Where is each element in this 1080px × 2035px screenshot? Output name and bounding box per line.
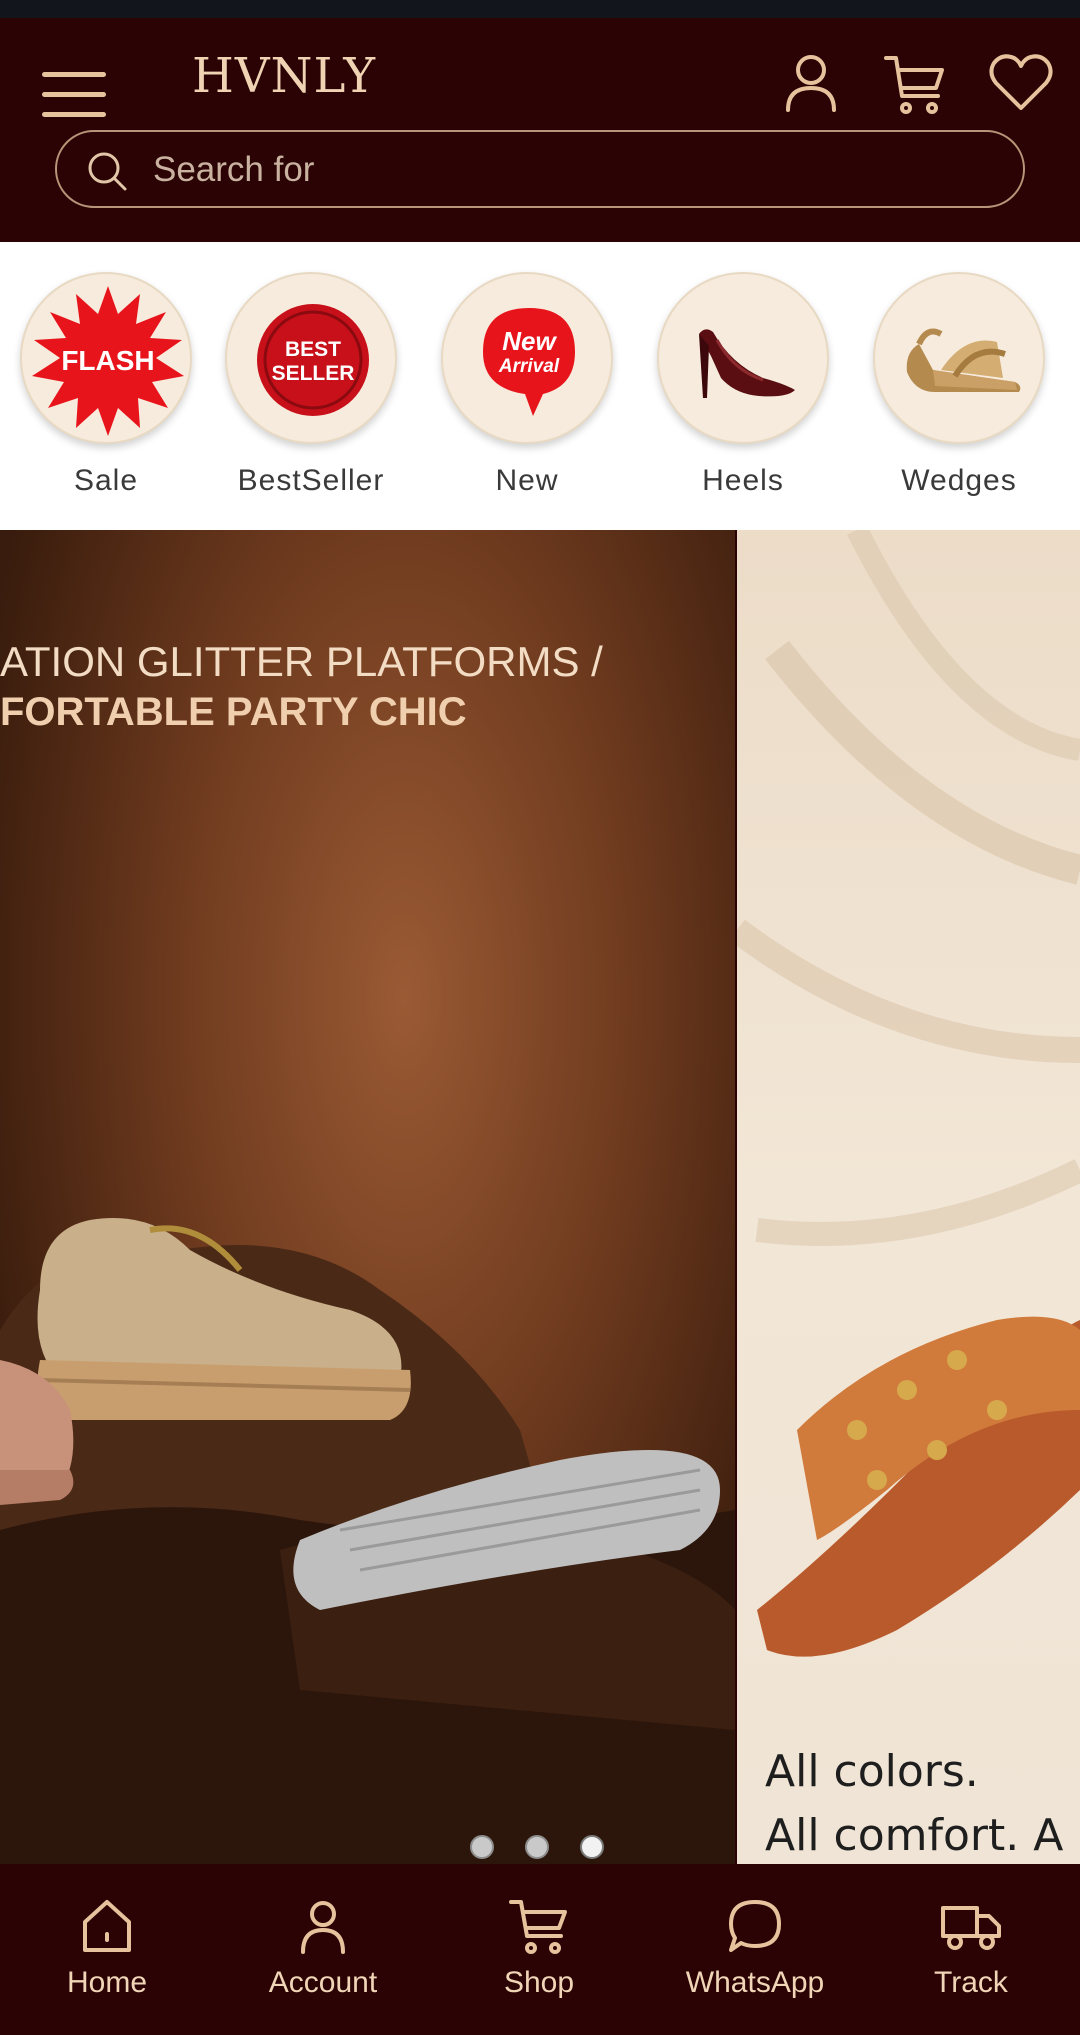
banner-slide-comfort[interactable]: All colors. All comfort. A [737, 530, 1080, 1864]
banner-carousel[interactable]: ATION GLITTER PLATFORMS / FORTABLE PARTY… [0, 530, 1080, 1864]
nav-label: Shop [503, 1966, 575, 1999]
banner-caption-line2: All comfort. A [765, 1810, 1064, 1861]
home-icon [83, 1900, 131, 1952]
nav-track[interactable]: Track [876, 1894, 1066, 2000]
category-label: Heels [702, 464, 784, 497]
nav-label: WhatsApp [685, 1966, 825, 1999]
nav-account[interactable]: Account [228, 1894, 418, 2000]
banner-title-line2: FORTABLE PARTY CHIC [0, 690, 467, 734]
nav-label: Home [66, 1966, 148, 1999]
carousel-dot-2[interactable] [525, 1835, 549, 1859]
svg-text:BEST: BEST [285, 338, 341, 361]
category-wedges[interactable]: Wedges [871, 272, 1047, 498]
category-bestseller[interactable]: BEST SELLER BestSeller [223, 272, 399, 498]
wedge-shoe-image [873, 272, 1045, 444]
banner-caption-line1: All colors. [765, 1746, 979, 1797]
nav-label: Track [934, 1966, 1008, 1999]
flash-badge-image: FLASH [20, 272, 192, 444]
category-label: Wedges [901, 464, 1017, 497]
category-new[interactable]: New Arrival New [439, 272, 615, 498]
chat-bubble-icon [729, 1900, 781, 1952]
carousel-dot-1[interactable] [470, 1835, 494, 1859]
logo[interactable]: HVNLY [192, 48, 376, 104]
category-heels[interactable]: Heels [655, 272, 831, 498]
category-row: FLASH Sale BEST SELLER BestSeller New Ar… [0, 242, 1080, 530]
nav-shop[interactable]: Shop [444, 1894, 634, 2000]
carousel-dots [470, 1835, 620, 1859]
cart-icon [884, 56, 944, 114]
category-label: New [495, 464, 559, 497]
wishlist-button[interactable] [986, 48, 1056, 118]
nav-label: Account [268, 1966, 378, 1999]
heel-shoe-image [657, 272, 829, 444]
orange-sandal-image [737, 530, 1080, 1657]
category-label: BestSeller [237, 464, 385, 497]
bottom-navigation: Home Account Shop WhatsApp Track [0, 1864, 1080, 2035]
account-button[interactable] [776, 48, 846, 118]
truck-icon [941, 1906, 1001, 1950]
nav-whatsapp[interactable]: WhatsApp [660, 1894, 850, 2000]
svg-text:FLASH: FLASH [61, 345, 154, 376]
status-bar [0, 0, 1080, 18]
cart-button[interactable] [880, 48, 950, 118]
search-icon [88, 152, 127, 191]
category-label: Sale [73, 464, 139, 497]
banner-slide-platforms[interactable]: ATION GLITTER PLATFORMS / FORTABLE PARTY… [0, 530, 735, 1864]
svg-text:Arrival: Arrival [498, 356, 560, 377]
bestseller-badge-image: BEST SELLER [225, 272, 397, 444]
svg-text:New: New [502, 326, 557, 356]
cart-icon [509, 1900, 567, 1954]
menu-button[interactable] [40, 56, 108, 118]
nav-home[interactable]: Home [12, 1894, 202, 2000]
heart-icon [989, 54, 1053, 110]
header: HVNLY [0, 18, 1080, 242]
category-sale[interactable]: FLASH Sale [18, 272, 194, 498]
search-input[interactable] [153, 144, 993, 196]
search-bar[interactable] [55, 130, 1025, 208]
user-icon [301, 1901, 345, 1954]
svg-text:SELLER: SELLER [272, 362, 355, 385]
user-icon [786, 55, 836, 112]
carousel-dot-3[interactable] [580, 1835, 604, 1859]
new-arrival-badge-image: New Arrival [441, 272, 613, 444]
banner-title-line1: ATION GLITTER PLATFORMS / [0, 638, 603, 685]
